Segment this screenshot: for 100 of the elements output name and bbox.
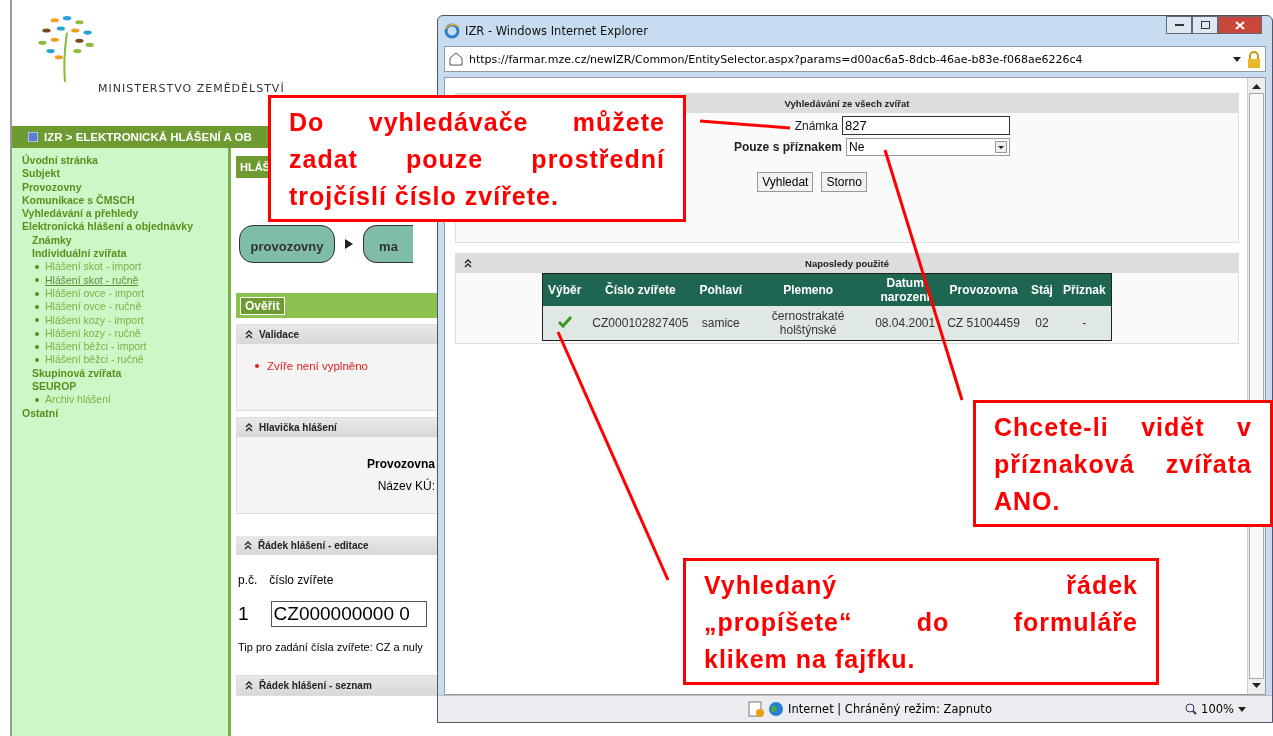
nav-link[interactable]: Archiv hlášení — [45, 393, 111, 407]
bullet-icon — [35, 344, 39, 349]
nav-link[interactable]: Hlášení kozy - import — [45, 313, 144, 327]
column-header: Provozovna — [941, 273, 1026, 306]
field-label: Pouze s příznakem — [733, 140, 842, 154]
zone-status: Internet | Chráněný režim: Zapnuto — [788, 702, 992, 716]
form-button[interactable]: Storno — [821, 172, 867, 192]
close-icon — [1235, 20, 1245, 30]
dropdown-icon — [995, 141, 1007, 153]
nav-link[interactable]: Vyhledávání a přehledy — [22, 207, 228, 221]
nav-link[interactable]: Skupinová zvířata — [22, 366, 228, 381]
column-header: Pohlaví — [694, 273, 748, 306]
column-header: Stáj — [1025, 273, 1058, 306]
panel-title: Řádek hlášení - seznam — [259, 680, 372, 691]
collapse-icon[interactable] — [244, 541, 252, 550]
field-label: Známka — [794, 118, 838, 133]
lock-icon — [1247, 50, 1261, 68]
bullet-icon — [35, 291, 39, 296]
maximize-button[interactable] — [1192, 16, 1218, 34]
address-bar[interactable]: https://farmar.mze.cz/newIZR/Common/EntitySelector.aspx?params=d00ac6a5-8dcb-46ae-b83e-f068ae6226c4 — [444, 46, 1266, 72]
tip-text: Tip pro zadání čísla zvířete: CZ a nuly — [238, 641, 424, 653]
table-cell: CZ 51004459 — [941, 306, 1026, 341]
nav-link[interactable]: Subjekt — [22, 167, 228, 181]
collapse-icon[interactable] — [245, 681, 253, 690]
panel-title: Hlavička hlášení — [259, 422, 337, 433]
url-text: https://farmar.mze.cz/newIZR/Common/EntitySelector.aspx?params=d00ac6a5-8dcb-46ae-b83e-f068ae6226c4 — [469, 52, 1084, 66]
column-header: Příznak — [1057, 273, 1112, 306]
table-cell: - — [1057, 306, 1112, 341]
arrow-icon — [345, 239, 353, 249]
page-icon — [449, 52, 463, 66]
process-step[interactable]: ma — [363, 225, 413, 263]
nav-link[interactable]: Provozovny — [22, 180, 228, 194]
table-cell: 02 — [1025, 306, 1058, 341]
collapse-icon[interactable] — [464, 259, 472, 268]
dropdown-icon[interactable] — [1238, 706, 1246, 712]
bullet-icon — [35, 318, 39, 323]
nav-link[interactable]: Komunikace s ČMSCH — [22, 193, 228, 208]
column-header: Výběr — [542, 273, 587, 306]
tag-number-field[interactable]: 827 — [842, 116, 1010, 135]
zoom-icon — [1185, 703, 1198, 715]
collapse-icon[interactable] — [245, 423, 253, 432]
table-cell: černostrakaté holštýnské — [747, 306, 870, 341]
nav-link[interactable]: Hlášení ovce - import — [45, 286, 145, 301]
column-header: Datum narození — [869, 273, 942, 306]
column-header: Číslo zvířete — [586, 273, 695, 306]
warning-page-icon — [748, 701, 764, 717]
nav-link[interactable]: Hlášení běžci - ručně — [45, 353, 144, 367]
minimize-icon — [1174, 23, 1184, 27]
nav-link[interactable]: Hlášení skot - import — [45, 260, 142, 274]
bullet-icon — [35, 304, 39, 309]
nav-link[interactable]: Ostatní — [22, 406, 228, 420]
nav-link[interactable]: Hlášení kozy - ručně — [45, 326, 141, 341]
nav-link[interactable]: Individuální zvířata — [22, 247, 228, 261]
zoom-level[interactable]: 100% — [1201, 702, 1234, 716]
scroll-down-icon[interactable] — [1252, 683, 1261, 688]
collapse-icon[interactable] — [245, 330, 253, 339]
ministry-name: MINISTERSTVO ZEMĚDĚLSTVÍ — [98, 82, 285, 95]
table-cell: CZ000102827405 — [586, 306, 695, 341]
annotation-tooltip: Vyhledaný řádek „propíšete“ do formuláře klikem na fajfku. — [683, 558, 1159, 685]
close-button[interactable] — [1218, 16, 1262, 34]
bullet-icon — [255, 364, 259, 368]
scroll-up-icon[interactable] — [1252, 84, 1261, 89]
column-label: p.č. — [238, 573, 258, 587]
nav-link[interactable]: Hlášení běžci - import — [45, 340, 147, 354]
checkmark-icon[interactable] — [556, 315, 573, 328]
nav-link[interactable]: Hlášení skot - ručně — [45, 273, 139, 287]
verify-button[interactable]: Ověřit — [240, 297, 285, 315]
breadcrumb: IZR > ELEKTRONICKÁ HLÁŠENÍ A OB — [44, 131, 252, 143]
table-cell: 08.04.2001 — [869, 306, 942, 341]
nav-link[interactable]: Známky — [22, 233, 228, 248]
minimize-button[interactable] — [1166, 16, 1192, 34]
field-label: Název KÚ: — [377, 479, 435, 493]
panel-title: Řádek hlášení - editace — [258, 540, 369, 551]
window-title: IZR - Windows Internet Explorer — [465, 24, 648, 38]
form-button[interactable]: Vyhledat — [757, 172, 814, 192]
bullet-icon — [35, 398, 39, 402]
bullet-icon — [35, 278, 39, 283]
field-label: Provozovna — [367, 457, 435, 471]
bullet-icon — [35, 265, 39, 269]
flag-select[interactable]: Ne — [846, 138, 1010, 156]
column-label: číslo zvířete — [269, 573, 334, 587]
panel-title: Naposledy použité — [804, 258, 890, 269]
nav-link[interactable]: Elektronická hlášení a objednávky — [22, 220, 228, 234]
nav-link[interactable]: Hlášení ovce - ručně — [45, 300, 142, 314]
animal-number-field[interactable]: CZ000000000 0 — [270, 601, 427, 627]
bullet-icon — [35, 358, 39, 363]
process-step[interactable]: provozovny — [239, 225, 335, 263]
dropdown-icon[interactable] — [1233, 56, 1241, 62]
maximize-icon — [1200, 21, 1210, 29]
bullet-icon — [35, 331, 39, 336]
globe-icon — [768, 701, 784, 717]
annotation-tooltip: Do vyhledávače můžete zadat pouze prostřední trojčíslí číslo zvířete. — [268, 95, 686, 222]
annotation-tooltip: Chcete-li vidět v příznaková zvířata ANO. — [973, 400, 1273, 527]
panel-title: Validace — [259, 329, 300, 340]
browser-icon — [444, 23, 460, 39]
table-cell: samice — [694, 306, 748, 341]
row-number: 1 — [238, 603, 249, 625]
nav-link[interactable]: SEUROP — [22, 380, 228, 394]
nav-link[interactable]: Úvodní stránka — [22, 154, 228, 168]
column-header: Plemeno — [747, 273, 870, 306]
